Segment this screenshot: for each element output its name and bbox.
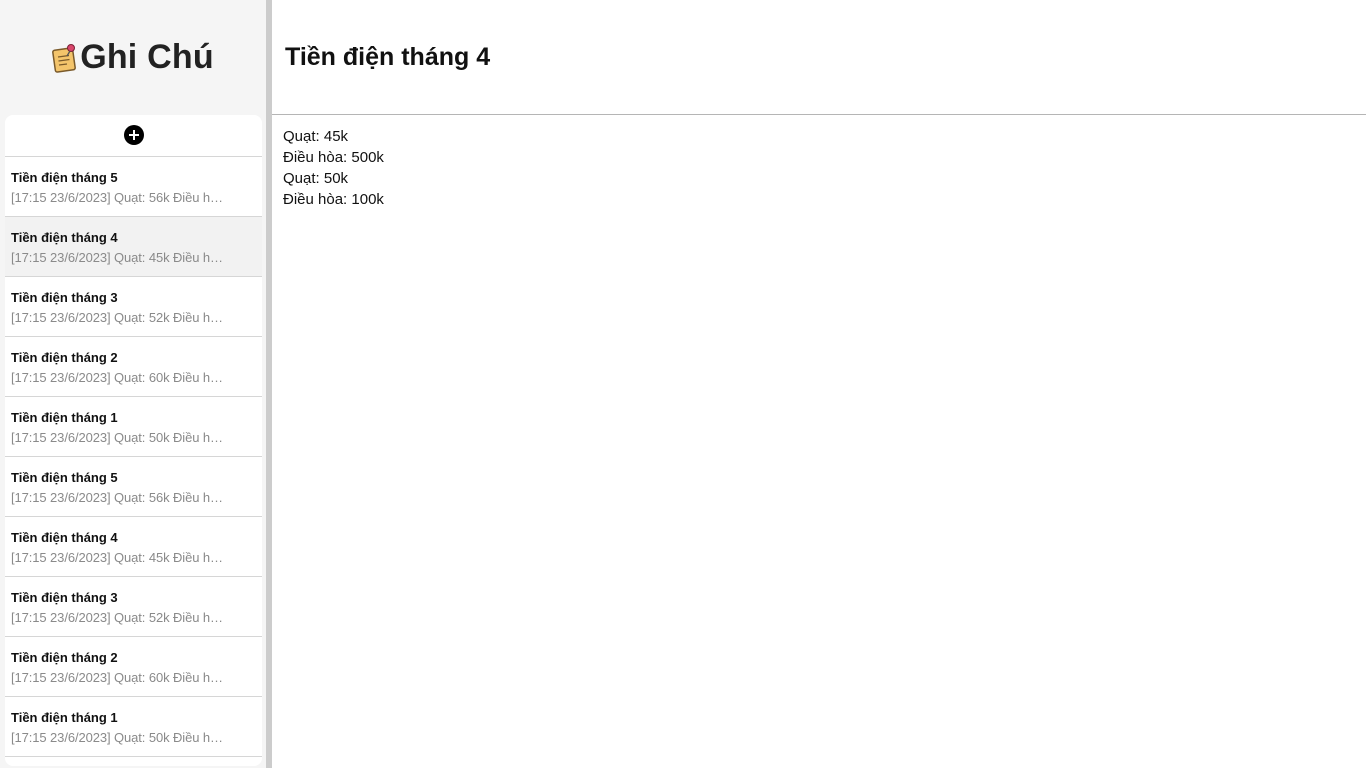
note-list-item[interactable]: Tiền điện tháng 2 [17:15 23/6/2023] Quạt:… [5, 637, 262, 697]
note-item-title: Tiền điện tháng 1 [11, 410, 118, 425]
note-item-title: Tiền điện tháng 2 [11, 350, 118, 365]
memo-icon [52, 43, 78, 73]
note-list-item[interactable]: Tiền điện tháng 1 [17:15 23/6/2023] Quạt:… [5, 397, 262, 457]
note-item-preview: [17:15 23/6/2023] Quạt: 56k Điều hòa: 45… [11, 190, 227, 205]
note-item-preview: [17:15 23/6/2023] Quạt: 52k Điều hòa: 48… [11, 310, 227, 325]
note-item-title: Tiền điện tháng 4 [11, 230, 118, 245]
note-item-title: Tiền điện tháng 4 [11, 530, 118, 545]
note-item-preview: [17:15 23/6/2023] Quạt: 45k Điều hòa: 50… [11, 550, 227, 565]
note-item-title: Tiền điện tháng 5 [11, 470, 118, 485]
note-list-item[interactable]: Tiền điện tháng 3 [17:15 23/6/2023] Quạt:… [5, 577, 262, 637]
note-list-item[interactable]: Tiền điện tháng 4 [17:15 23/6/2023] Quạt:… [5, 217, 262, 277]
sidebar: Ghi Chú Tiền điện tháng 5 [17:15 23/6/202… [0, 0, 266, 768]
note-title-input[interactable] [272, 0, 1366, 115]
note-item-preview: [17:15 23/6/2023] Quạt: 50k Điều hòa: 42… [11, 730, 227, 745]
note-list-item[interactable]: Tiền điện tháng 2 [17:15 23/6/2023] Quạt:… [5, 337, 262, 397]
note-list-item[interactable]: Tiền điện tháng 5 [17:15 23/6/2023] Quạt:… [5, 457, 262, 517]
note-list-item[interactable]: Tiền điện tháng 4 [17:15 23/6/2023] Quạt:… [5, 517, 262, 577]
note-list-item[interactable]: Tiền điện tháng 5 [17:15 23/6/2023] Quạt:… [5, 157, 262, 217]
note-item-preview: [17:15 23/6/2023] Quạt: 52k Điều hòa: 48… [11, 610, 227, 625]
note-item-preview: [17:15 23/6/2023] Quạt: 60k Điều hòa: 40… [11, 670, 227, 685]
note-item-title: Tiền điện tháng 2 [11, 650, 118, 665]
note-list-panel: Tiền điện tháng 5 [17:15 23/6/2023] Quạt:… [5, 115, 262, 766]
note-list: Tiền điện tháng 5 [17:15 23/6/2023] Quạt:… [5, 157, 262, 757]
add-note-row[interactable] [5, 115, 262, 157]
sidebar-header: Ghi Chú [0, 0, 266, 114]
note-item-title: Tiền điện tháng 1 [11, 710, 118, 725]
app-title: Ghi Chú [80, 37, 214, 76]
editor: Quạt: 45k Điều hòa: 500k Quạt: 50k Điều … [272, 0, 1366, 768]
note-item-title: Tiền điện tháng 3 [11, 590, 118, 605]
note-item-title: Tiền điện tháng 5 [11, 170, 118, 185]
note-body-textarea[interactable]: Quạt: 45k Điều hòa: 500k Quạt: 50k Điều … [272, 116, 1366, 768]
note-list-item[interactable]: Tiền điện tháng 1 [17:15 23/6/2023] Quạt:… [5, 697, 262, 757]
note-item-title: Tiền điện tháng 3 [11, 290, 118, 305]
note-item-preview: [17:15 23/6/2023] Quạt: 60k Điều hòa: 40… [11, 370, 227, 385]
note-list-item[interactable]: Tiền điện tháng 3 [17:15 23/6/2023] Quạt:… [5, 277, 262, 337]
app-brand: Ghi Chú [52, 38, 214, 77]
note-item-preview: [17:15 23/6/2023] Quạt: 56k Điều hòa: 45… [11, 490, 227, 505]
note-item-preview: [17:15 23/6/2023] Quạt: 50k Điều hòa: 42… [11, 430, 227, 445]
notes-app: Ghi Chú Tiền điện tháng 5 [17:15 23/6/202… [0, 0, 1366, 768]
add-note-button[interactable] [123, 124, 144, 145]
note-item-preview: [17:15 23/6/2023] Quạt: 45k Điều hòa: 50… [11, 250, 227, 265]
